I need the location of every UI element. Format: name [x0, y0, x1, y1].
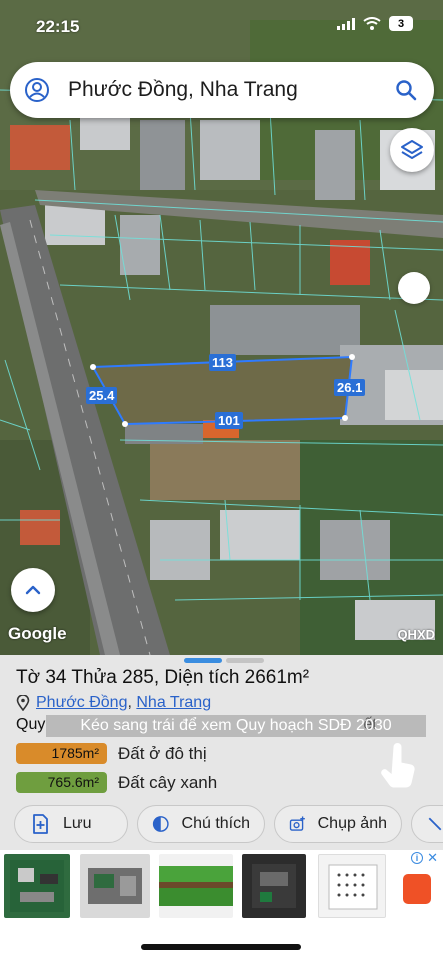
shopping-bag-icon[interactable]: [403, 874, 431, 904]
google-logo: Google: [8, 624, 67, 643]
legend-label: Chú thích: [181, 815, 250, 832]
land-use-row: 1785m² Đất ở đô thị: [16, 743, 207, 764]
sheet-grabber-active[interactable]: [184, 658, 222, 663]
layers-icon: [401, 140, 423, 159]
location-pin-icon: [16, 695, 30, 711]
wifi-icon: [363, 17, 381, 30]
save-label: Lưu: [63, 815, 92, 832]
ad-product-image[interactable]: [4, 854, 70, 918]
dimension-label-bottom: 101: [215, 412, 243, 429]
circuit-board-image: [10, 860, 64, 912]
layers-button[interactable]: [390, 128, 434, 172]
land-use-row: 765.6m² Đất cây xanh: [16, 772, 217, 793]
land-use-label: Đất cây xanh: [118, 772, 218, 792]
led-panel-image: [328, 864, 378, 910]
land-use-label: Đất ở đô thị: [118, 743, 207, 763]
parcel-title: Tờ 34 Thửa 285, Diện tích 2661m²: [16, 667, 310, 688]
parcel-address: Phước Đồng , Nha Trang: [16, 694, 211, 712]
home-indicator[interactable]: [141, 944, 301, 950]
dimension-label-top: 113: [209, 354, 236, 371]
swipe-hint-overlay: Kéo sang trái để xem Quy hoạch SDĐ 2030: [46, 715, 426, 737]
ad-banner[interactable]: i ✕: [0, 850, 443, 924]
swipe-hand-icon: [381, 743, 415, 788]
save-button[interactable]: Lưu: [14, 805, 128, 843]
search-bar[interactable]: Phước Đồng, Nha Trang: [10, 62, 434, 118]
map-marker-dot[interactable]: [398, 272, 430, 304]
more-tools-button[interactable]: [411, 805, 443, 843]
satellite-map[interactable]: 113 25.4 26.1 101 22:15 3 Phước Đồng, Nh…: [0, 0, 443, 655]
dimension-label-right: 26.1: [334, 379, 366, 396]
electronics-image: [252, 864, 296, 908]
status-time: 22:15: [36, 17, 80, 36]
chevron-up-icon: [25, 585, 41, 595]
sheet-grabber-inactive[interactable]: [226, 658, 264, 663]
expand-up-button[interactable]: [11, 568, 55, 612]
ruler-icon: [428, 817, 442, 831]
battery-icon: 3: [389, 16, 413, 31]
search-query[interactable]: Phước Đồng, Nha Trang: [68, 78, 394, 102]
action-bar: Lưu Chú thích Chụp ảnh: [0, 805, 443, 845]
ad-close-icon[interactable]: ✕: [427, 850, 438, 866]
land-use-swatch: 1785m²: [16, 743, 107, 764]
ad-product-image[interactable]: [318, 854, 386, 918]
app-screen: 113 25.4 26.1 101 22:15 3 Phước Đồng, Nh…: [0, 0, 443, 959]
account-icon[interactable]: [24, 77, 50, 103]
status-icons: 3: [337, 16, 413, 31]
city-link[interactable]: Nha Trang: [136, 694, 211, 712]
home-indicator-area: [0, 924, 443, 959]
add-document-icon: [33, 814, 48, 834]
ward-link[interactable]: Phước Đồng: [36, 694, 127, 712]
legend-button[interactable]: Chú thích: [137, 805, 265, 843]
map-code-label: QHXD: [397, 627, 435, 642]
artificial-grass-image: [159, 866, 233, 906]
capture-label: Chụp ảnh: [317, 815, 387, 832]
ad-product-image[interactable]: [159, 854, 233, 918]
signal-icon: [337, 17, 355, 30]
ad-product-image[interactable]: [242, 854, 306, 918]
half-circle-icon: [152, 816, 169, 832]
parcel-info-sheet[interactable]: Tờ 34 Thửa 285, Diện tích 2661m² Phước Đ…: [0, 655, 443, 850]
printer-part-image: [88, 868, 142, 904]
status-bar: 22:15 3: [0, 0, 443, 52]
add-photo-icon: [289, 816, 305, 831]
dimension-label-left: 25.4: [86, 387, 118, 404]
search-icon[interactable]: [394, 78, 418, 102]
ad-info-icon[interactable]: i: [411, 852, 423, 864]
capture-button[interactable]: Chụp ảnh: [274, 805, 402, 843]
land-use-swatch: 765.6m²: [16, 772, 107, 793]
ad-product-image[interactable]: [80, 854, 150, 918]
plan-label-text: Quy: [16, 716, 46, 733]
